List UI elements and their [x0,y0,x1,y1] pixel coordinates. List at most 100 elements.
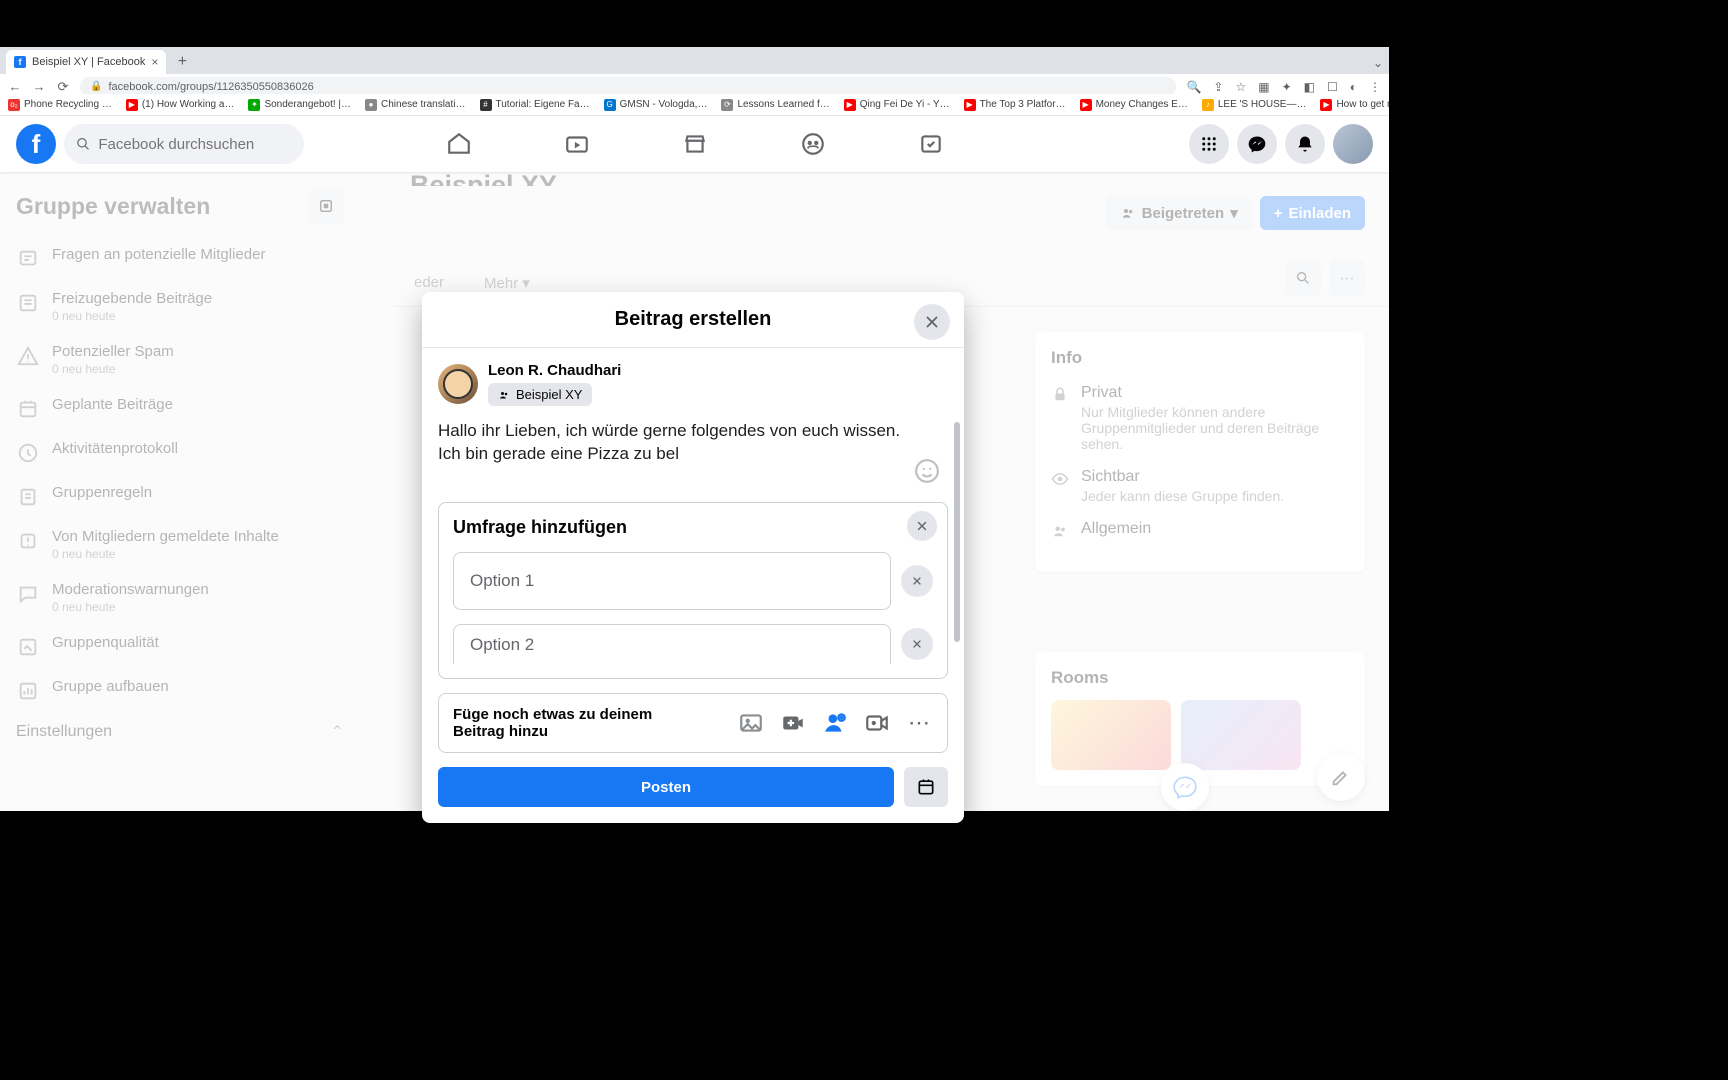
compose-fab[interactable] [1317,753,1365,801]
bookmark-item[interactable]: ▶Money Changes E… [1080,99,1188,111]
bookmark-item[interactable]: GGMSN - Vologda,… [604,99,708,111]
sidebar-title: Gruppe verwalten [16,193,210,220]
reload-button[interactable]: ⟳ [56,79,70,95]
nav-home[interactable] [404,120,514,168]
nav-marketplace[interactable] [640,120,750,168]
incognito-icon[interactable]: ◧ [1304,80,1315,94]
notifications-icon[interactable] [1285,124,1325,164]
messenger-fab[interactable] [1161,763,1209,811]
browser-tab[interactable]: f Beispiel XY | Facebook × [6,50,166,74]
bookmark-item[interactable]: ▶The Top 3 Platfor… [964,99,1066,111]
eye-icon [1051,468,1069,504]
zoom-icon[interactable]: 🔍 [1186,80,1201,94]
smile-icon [914,458,940,484]
nav-gaming[interactable] [876,120,986,168]
audience-selector[interactable]: Beispiel XY [488,383,592,406]
new-tab-button[interactable]: + [172,52,192,72]
tab-overflow-icon[interactable]: ⌄ [1373,56,1383,74]
post-text-input[interactable]: Hallo ihr Lieben, ich würde gerne folgen… [438,420,948,466]
facebook-logo[interactable]: f [16,124,56,164]
sidebar-item-reported[interactable]: Von Mitgliedern gemeldete Inhalte0 neu h… [8,518,352,571]
info-heading: Info [1051,348,1349,368]
sidebar-item-rules[interactable]: Gruppenregeln [8,474,352,518]
sidebar-item-quality[interactable]: Gruppenqualität [8,624,352,668]
group-search-button[interactable] [1285,260,1321,296]
poll-option-2-input[interactable]: Option 2 [453,624,891,664]
group-icon [1120,205,1136,221]
chrome-menu-icon[interactable]: ⋮ [1369,80,1381,94]
url-text: facebook.com/groups/1126350550836026 [108,81,313,93]
people-icon [1051,520,1069,540]
sidebar-item-spam[interactable]: Potenzieller Spam0 neu heute [8,333,352,386]
invite-button[interactable]: + Einladen [1260,196,1365,230]
panel-icon[interactable]: ☐ [1327,80,1338,94]
add-to-post-label: Füge noch etwas zu deinem Beitrag hinzu [453,706,683,740]
warning-icon [17,345,39,367]
search-icon [1295,270,1311,286]
scrollbar[interactable] [954,422,960,642]
sidebar-item-activity[interactable]: Aktivitätenprotokoll [8,430,352,474]
extensions-icon[interactable]: ✦ [1282,80,1292,94]
close-icon[interactable]: × [151,55,158,69]
add-video-button[interactable] [779,709,807,737]
sidebar-item-moderation[interactable]: Moderationswarnungen0 neu heute [8,571,352,624]
sidebar-item-questions[interactable]: Fragen an potenzielle Mitglieder [8,236,352,280]
flag-icon [17,530,39,552]
star-icon[interactable]: ☆ [1235,80,1246,94]
nav-groups[interactable] [758,120,868,168]
profile-avatar[interactable] [1333,124,1373,164]
emoji-button[interactable] [914,458,942,486]
sidebar-settings-toggle[interactable]: Einstellungen ⌃ [8,712,352,752]
menu-grid-icon[interactable] [1189,124,1229,164]
bookmark-item[interactable]: ▶How to get more v… [1320,99,1389,111]
author-name: Leon R. Chaudhari [488,362,621,379]
close-icon [911,638,923,650]
profile-icon[interactable]: ◐ [1350,80,1357,94]
rooms-card: Rooms [1035,652,1365,786]
sidebar-item-grow[interactable]: Gruppe aufbauen [8,668,352,712]
sidebar-item-pending-posts[interactable]: Freizugebende Beiträge0 neu heute [8,280,352,333]
messenger-icon[interactable] [1237,124,1277,164]
share-icon[interactable]: ⇪ [1213,80,1223,94]
joined-button[interactable]: Beigetreten ▾ [1106,196,1252,230]
room-tile[interactable] [1051,700,1171,770]
bookmark-item[interactable]: ⟳Lessons Learned f… [721,99,829,111]
post-button[interactable]: Posten [438,767,894,807]
add-photo-button[interactable] [737,709,765,737]
bookmark-item[interactable]: o₂Phone Recycling … [8,99,112,111]
more-options-button[interactable]: ⋯ [905,709,933,737]
author-avatar[interactable] [438,364,478,404]
close-modal-button[interactable] [914,304,950,340]
extension-icon-1[interactable]: ▦ [1258,80,1269,94]
remove-option-2-button[interactable] [901,628,933,660]
bookmark-item[interactable]: ▶(1) How Working a… [126,99,235,111]
dots-icon: ⋯ [1340,269,1355,287]
forward-button[interactable]: → [32,79,46,94]
nav-watch[interactable] [522,120,632,168]
bookmark-item[interactable]: ♪LEE 'S HOUSE—… [1202,99,1307,111]
search-icon [76,136,90,152]
tag-people-button[interactable] [821,709,849,737]
room-tile[interactable] [1181,700,1301,770]
bookmark-item[interactable]: ▶Qing Fei De Yi - Y… [844,99,950,111]
tag-person-icon [822,710,848,736]
clock-icon [17,442,39,464]
poll-box: Umfrage hinzufügen Option 1 Option 2 [438,502,948,679]
search-input[interactable] [64,124,304,164]
rooms-heading: Rooms [1051,668,1349,688]
back-button[interactable]: ← [8,79,22,94]
group-icon [498,389,510,401]
poll-option-1-input[interactable]: Option 1 [453,552,891,610]
gear-icon[interactable] [308,188,344,224]
live-video-button[interactable] [863,709,891,737]
sidebar-item-scheduled[interactable]: Geplante Beiträge [8,386,352,430]
remove-poll-button[interactable] [907,511,937,541]
bookmark-item[interactable]: #Tutorial: Eigene Fa… [480,99,590,111]
group-more-button[interactable]: ⋯ [1329,260,1365,296]
schedule-button[interactable] [904,767,948,807]
bookmark-item[interactable]: ●Chinese translati… [365,99,465,111]
bookmark-item[interactable]: ✦Sonderangebot! |… [248,99,351,111]
pencil-icon [1330,766,1352,788]
search-field[interactable] [98,136,292,153]
remove-option-1-button[interactable] [901,565,933,597]
